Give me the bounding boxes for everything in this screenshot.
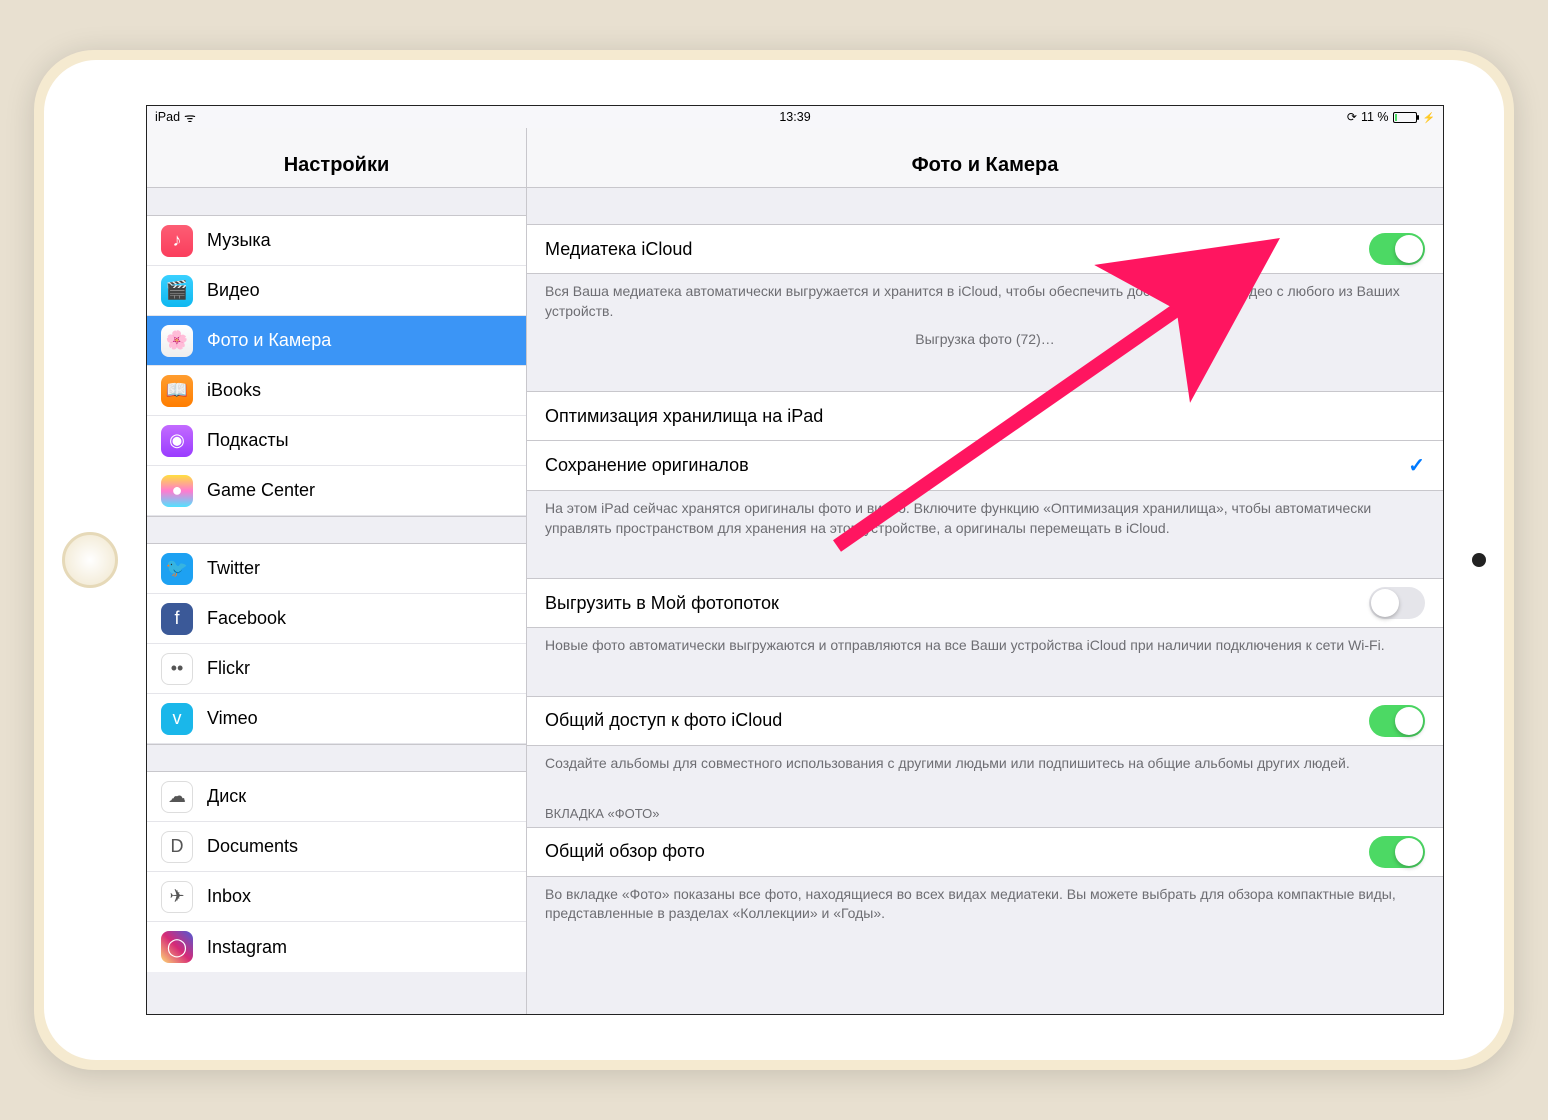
status-bar: iPad 13:39 11 % <box>147 106 1443 128</box>
detail-body[interactable]: Медиатека iCloud Вся Ваша медиатека автом… <box>527 188 1443 948</box>
sidebar-item-label: Documents <box>207 836 298 857</box>
row-optimize[interactable]: Оптимизация хранилища на iPad <box>527 391 1443 441</box>
sidebar-list[interactable]: ♪ Музыка 🎬 Видео 🌸 Фото и Камера 📖 iBooks ◉ Подка… <box>147 188 526 1014</box>
upload-progress: Выгрузка фото (72)… <box>527 325 1443 355</box>
ipad-frame: iPad 13:39 11 % Настройки ♪ Музыка 🎬 Видео 🌸… <box>34 50 1514 1070</box>
toggle-shared-icloud[interactable] <box>1369 705 1425 737</box>
battery-percent: 11 % <box>1361 110 1389 124</box>
clock: 13:39 <box>779 110 810 124</box>
ibooks-icon: 📖 <box>161 375 193 407</box>
sidebar-item-flickr[interactable]: •• Flickr <box>147 644 526 694</box>
sidebar-item-label: Vimeo <box>207 708 258 729</box>
sidebar-item-label: Flickr <box>207 658 250 679</box>
sidebar-item-label: Фото и Камера <box>207 330 331 351</box>
twitter-icon: 🐦 <box>161 553 193 585</box>
sidebar-item-video[interactable]: 🎬 Видео <box>147 266 526 316</box>
sidebar-item-label: Inbox <box>207 886 251 907</box>
sidebar-item-facebook[interactable]: f Facebook <box>147 594 526 644</box>
video-icon: 🎬 <box>161 275 193 307</box>
flickr-icon: •• <box>161 653 193 685</box>
row-label: Выгрузить в Мой фотопоток <box>545 593 1369 614</box>
row-photostream[interactable]: Выгрузить в Мой фотопоток <box>527 578 1443 628</box>
disk-icon: ☁ <box>161 781 193 813</box>
checkmark-icon: ✓ <box>1408 453 1425 478</box>
instagram-icon: ◯ <box>161 931 193 963</box>
music-icon: ♪ <box>161 225 193 257</box>
settings-sidebar: Настройки ♪ Музыка 🎬 Видео 🌸 Фото и Камера 📖 iB… <box>147 128 527 1014</box>
sidebar-item-documents[interactable]: D Documents <box>147 822 526 872</box>
section-footer: Вся Ваша медиатека автоматически выгружа… <box>527 274 1443 325</box>
toggle-photostream[interactable] <box>1369 587 1425 619</box>
sidebar-item-label: Подкасты <box>207 430 289 451</box>
row-label: Сохранение оригиналов <box>545 455 1408 476</box>
sidebar-title: Настройки <box>147 128 526 188</box>
ipad-bezel: iPad 13:39 11 % Настройки ♪ Музыка 🎬 Видео 🌸… <box>44 60 1504 1060</box>
sidebar-item-inbox[interactable]: ✈ Inbox <box>147 872 526 922</box>
section-footer: Новые фото автоматически выгружаются и о… <box>527 628 1443 660</box>
detail-pane: Фото и Камера Медиатека iCloud Вся Ваша м… <box>527 128 1443 1014</box>
inbox-icon: ✈ <box>161 881 193 913</box>
sidebar-item-label: Instagram <box>207 937 287 958</box>
orientation-lock-icon <box>1347 110 1357 124</box>
sidebar-item-photos[interactable]: 🌸 Фото и Камера <box>147 316 526 366</box>
sidebar-item-label: Facebook <box>207 608 286 629</box>
screen: iPad 13:39 11 % Настройки ♪ Музыка 🎬 Видео 🌸… <box>146 105 1444 1015</box>
sidebar-item-label: Twitter <box>207 558 260 579</box>
row-keep-originals[interactable]: Сохранение оригиналов✓ <box>527 441 1443 491</box>
sidebar-item-label: Музыка <box>207 230 271 251</box>
sidebar-item-ibooks[interactable]: 📖 iBooks <box>147 366 526 416</box>
home-button[interactable] <box>62 532 118 588</box>
row-icloud-library[interactable]: Медиатека iCloud <box>527 224 1443 274</box>
sidebar-item-music[interactable]: ♪ Музыка <box>147 216 526 266</box>
device-label: iPad <box>155 110 180 124</box>
sidebar-item-label: Game Center <box>207 480 315 501</box>
detail-title: Фото и Камера <box>527 128 1443 188</box>
podcasts-icon: ◉ <box>161 425 193 457</box>
facebook-icon: f <box>161 603 193 635</box>
sidebar-item-twitter[interactable]: 🐦 Twitter <box>147 544 526 594</box>
sidebar-item-label: iBooks <box>207 380 261 401</box>
row-photo-overview[interactable]: Общий обзор фото <box>527 827 1443 877</box>
row-shared-icloud[interactable]: Общий доступ к фото iCloud <box>527 696 1443 746</box>
front-camera <box>1472 553 1486 567</box>
row-label: Оптимизация хранилища на iPad <box>545 406 1425 427</box>
wifi-icon <box>184 108 196 126</box>
sidebar-item-disk[interactable]: ☁ Диск <box>147 772 526 822</box>
charging-icon <box>1421 110 1435 124</box>
section-footer: Во вкладке «Фото» показаны все фото, нах… <box>527 877 1443 928</box>
toggle-photo-overview[interactable] <box>1369 836 1425 868</box>
sidebar-item-vimeo[interactable]: v Vimeo <box>147 694 526 744</box>
row-label: Медиатека iCloud <box>545 239 1369 260</box>
sidebar-item-instagram[interactable]: ◯ Instagram <box>147 922 526 972</box>
sidebar-item-label: Диск <box>207 786 246 807</box>
row-label: Общий обзор фото <box>545 841 1369 862</box>
battery-icon <box>1393 112 1417 123</box>
photos-icon: 🌸 <box>161 325 193 357</box>
documents-icon: D <box>161 831 193 863</box>
section-header: ВКЛАДКА «ФОТО» <box>527 800 1443 827</box>
toggle-icloud-library[interactable] <box>1369 233 1425 265</box>
section-footer: Создайте альбомы для совместного использ… <box>527 746 1443 778</box>
section-footer: На этом iPad сейчас хранятся оригиналы ф… <box>527 491 1443 542</box>
vimeo-icon: v <box>161 703 193 735</box>
row-label: Общий доступ к фото iCloud <box>545 710 1369 731</box>
sidebar-item-gamecenter[interactable]: ● Game Center <box>147 466 526 516</box>
gamecenter-icon: ● <box>161 475 193 507</box>
sidebar-item-label: Видео <box>207 280 260 301</box>
sidebar-item-podcasts[interactable]: ◉ Подкасты <box>147 416 526 466</box>
